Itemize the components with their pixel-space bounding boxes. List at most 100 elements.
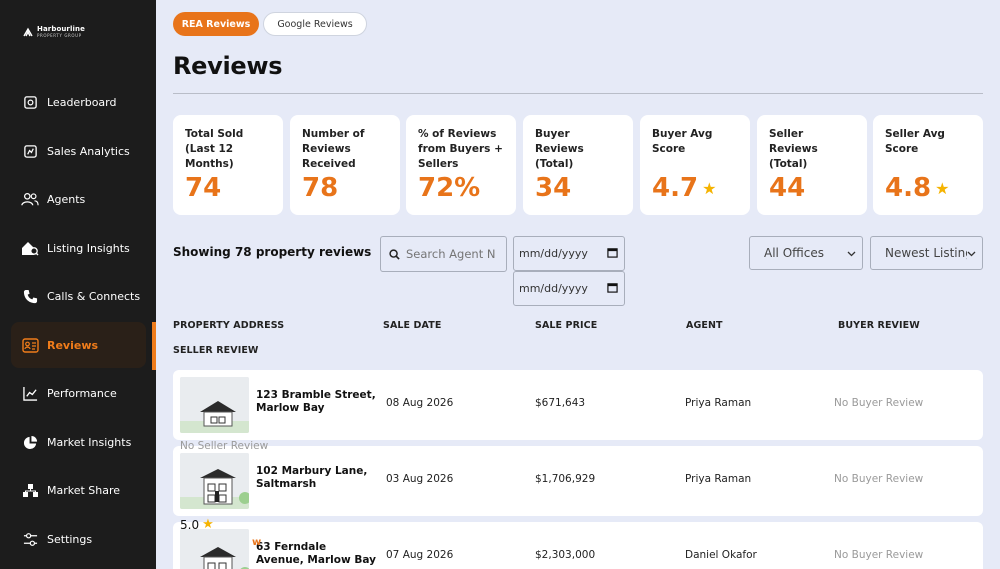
sidebar-item-listing-insights[interactable]: Listing Insights — [11, 225, 146, 271]
sidebar-item-label: Listing Insights — [47, 241, 130, 255]
main-content: REA Reviews Google Reviews Reviews Total… — [156, 0, 1000, 569]
sidebar-item-sales-analytics[interactable]: Sales Analytics — [11, 128, 146, 174]
sidebar-item-performance[interactable]: Performance — [11, 370, 146, 416]
stat-card-seller-reviews: Seller Reviews (Total) 44 — [757, 115, 867, 215]
sidebar-item-label: Reviews — [47, 338, 99, 352]
stat-label: Buyer Reviews (Total) — [535, 128, 584, 170]
office-select[interactable]: All Offices — [749, 236, 863, 270]
tab-rea-reviews[interactable]: REA Reviews — [173, 12, 259, 36]
sidebar-item-calls-connects[interactable]: Calls & Connects — [11, 273, 146, 319]
seller-review-fragment: w — [252, 537, 262, 548]
buyer-review: No Buyer Review — [834, 473, 924, 485]
sale-date: 08 Aug 2026 — [386, 397, 454, 409]
sort-select-value: Newest Listing — [885, 246, 967, 260]
stats-cards: Total Sold (Last 12 Months) 74 Number of… — [173, 115, 983, 215]
sidebar-item-label: Sales Analytics — [47, 144, 130, 158]
stat-value: 34 — [535, 173, 572, 203]
sidebar-item-label: Performance — [47, 386, 117, 400]
agent-name: Daniel Okafor — [685, 549, 757, 561]
stat-card-reviews-received: Number of Reviews Received 78 — [290, 115, 400, 215]
date-from-input[interactable]: mm/dd/yyyy — [513, 236, 625, 271]
leaderboard-icon — [21, 93, 39, 111]
table-row[interactable]: 123 Bramble Street, Marlow Bay 08 Aug 20… — [173, 370, 983, 440]
header-sale-date[interactable]: SALE DATE — [383, 320, 441, 331]
header-seller-review[interactable]: SELLER REVIEW — [173, 345, 259, 356]
sidebar-item-reviews[interactable]: Reviews — [11, 322, 146, 368]
header-sale-price[interactable]: SALE PRICE — [535, 320, 597, 331]
buyer-review: No Buyer Review — [834, 549, 924, 561]
star-icon: ★ — [202, 517, 214, 532]
property-thumbnail — [180, 453, 249, 509]
agent-name: Priya Raman — [685, 473, 752, 485]
search-agent-input[interactable] — [406, 247, 496, 261]
pie-chart-icon — [21, 433, 39, 451]
date-to-input[interactable]: mm/dd/yyyy — [513, 271, 625, 306]
search-box[interactable] — [380, 236, 507, 272]
sidebar-item-agents[interactable]: Agents — [11, 176, 146, 222]
stat-card-seller-avg-score: Seller Avg Score 4.8 ★ — [873, 115, 983, 215]
sidebar-item-market-share[interactable]: Market Share — [11, 467, 146, 513]
calendar-icon[interactable] — [607, 282, 618, 296]
header-agent[interactable]: AGENT — [686, 320, 723, 331]
header-property-address[interactable]: PROPERTY ADDRESS — [173, 320, 284, 331]
stat-value: 44 — [769, 173, 806, 203]
brand-name: Harbourline — [37, 25, 85, 33]
logo-mark-icon — [23, 27, 33, 37]
date-to-placeholder: mm/dd/yyyy — [519, 282, 588, 295]
sidebar-item-market-insights[interactable]: Market Insights — [11, 419, 146, 465]
sidebar-item-label: Leaderboard — [47, 95, 117, 109]
market-share-icon — [21, 481, 39, 499]
stat-label: Seller Avg Score — [885, 128, 945, 155]
sidebar-item-label: Market Insights — [47, 435, 132, 449]
property-thumbnail — [180, 377, 249, 433]
sort-select[interactable]: Newest Listing — [870, 236, 983, 270]
listing-insights-icon — [21, 239, 39, 257]
search-icon — [389, 245, 400, 264]
sales-analytics-icon — [21, 142, 39, 160]
reviews-icon — [21, 336, 39, 354]
settings-icon — [21, 530, 39, 548]
chevron-down-icon — [847, 246, 856, 260]
property-address[interactable]: 123 Bramble Street, Marlow Bay — [256, 389, 376, 415]
star-icon: ★ — [702, 178, 717, 198]
agent-name: Priya Raman — [685, 397, 752, 409]
table-row[interactable]: 102 Marbury Lane, Saltmarsh 03 Aug 2026 … — [173, 446, 983, 516]
stat-label: Number of Reviews Received — [302, 128, 365, 170]
property-address[interactable]: 102 Marbury Lane, Saltmarsh — [256, 465, 376, 491]
stat-value: 74 — [185, 173, 222, 203]
brand-subtitle: PROPERTY GROUP — [37, 33, 82, 38]
stat-value: 4.8 ★ — [885, 173, 950, 203]
stat-label: Buyer Avg Score — [652, 128, 713, 155]
stat-card-buyer-reviews: Buyer Reviews (Total) 34 — [523, 115, 633, 215]
sidebar-item-label: Agents — [47, 192, 86, 206]
date-from-placeholder: mm/dd/yyyy — [519, 247, 588, 260]
table-row[interactable]: 63 Ferndale Avenue, Marlow Bay 07 Aug 20… — [173, 522, 983, 569]
results-count: Showing 78 property reviews — [173, 245, 372, 259]
stat-card-review-percentage: % of Reviews from Buyers + Sellers 72% — [406, 115, 516, 215]
sidebar-item-settings[interactable]: Settings — [11, 516, 146, 562]
stat-label: Total Sold (Last 12 Months) — [185, 128, 244, 170]
sidebar-item-label: Settings — [47, 532, 93, 546]
property-thumbnail — [180, 529, 249, 569]
brand-logo[interactable]: Harbourline PROPERTY GROUP — [23, 26, 85, 38]
chevron-down-icon — [967, 246, 976, 260]
calendar-icon[interactable] — [607, 247, 618, 261]
title-divider — [173, 93, 983, 94]
stat-value: 4.7 ★ — [652, 173, 717, 203]
sale-date: 03 Aug 2026 — [386, 473, 454, 485]
sale-price: $671,643 — [535, 397, 586, 409]
tab-google-reviews[interactable]: Google Reviews — [263, 12, 367, 36]
seller-review-score: 5.0 ★ — [180, 517, 214, 532]
stat-value: 78 — [302, 173, 339, 203]
stat-card-buyer-avg-score: Buyer Avg Score 4.7 ★ — [640, 115, 750, 215]
property-address[interactable]: 63 Ferndale Avenue, Marlow Bay — [256, 541, 376, 567]
phone-icon — [21, 287, 39, 305]
sidebar: Harbourline PROPERTY GROUP Leaderboard S… — [0, 0, 156, 569]
sidebar-item-leaderboard[interactable]: Leaderboard — [11, 79, 146, 125]
header-buyer-review[interactable]: BUYER REVIEW — [838, 320, 920, 331]
performance-icon — [21, 384, 39, 402]
office-select-value: All Offices — [764, 246, 824, 260]
stat-label: Seller Reviews (Total) — [769, 128, 818, 170]
star-icon: ★ — [935, 178, 950, 198]
seller-review: No Seller Review — [180, 440, 269, 452]
